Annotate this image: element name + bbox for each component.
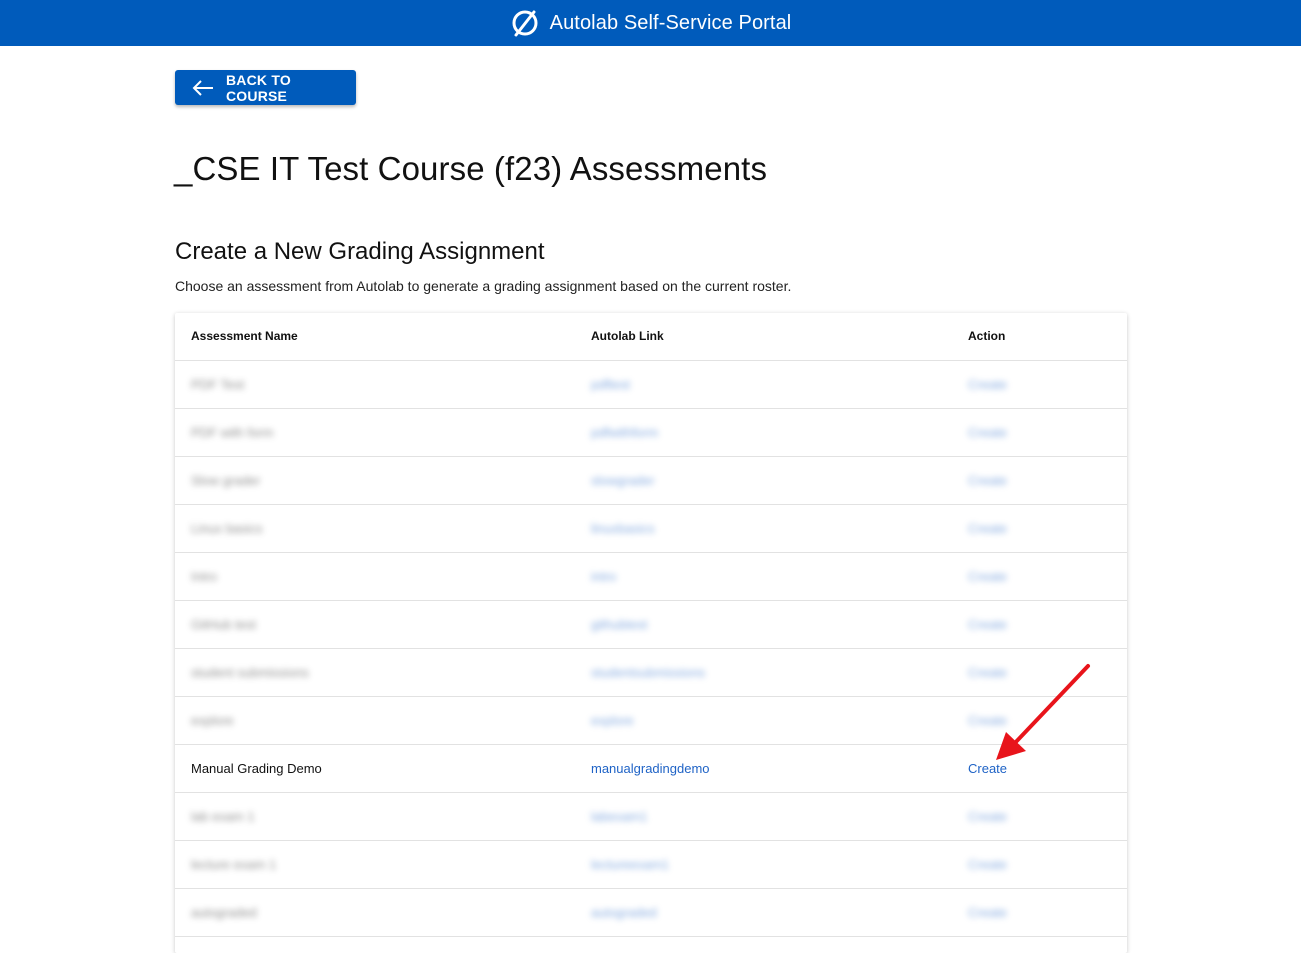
back-to-course-button[interactable]: BACK TO COURSE <box>175 70 356 105</box>
section-title: Create a New Grading Assignment <box>175 238 545 265</box>
table-row: explore explore Create <box>175 697 1127 745</box>
assessment-name: Linux basics <box>191 521 263 536</box>
assessment-name: PDF Test <box>191 377 245 392</box>
assessment-name: lab exam 1 <box>191 809 255 824</box>
assessment-name: GitHub test <box>191 617 257 632</box>
autolab-link[interactable]: pdfwithform <box>591 409 658 456</box>
autolab-link[interactable]: pdftest <box>591 361 630 408</box>
autolab-link[interactable]: autograded <box>591 889 657 936</box>
create-link[interactable]: Create <box>968 409 1007 456</box>
autolab-link[interactable]: studentsubmissions <box>591 649 705 696</box>
autolab-link[interactable]: explore <box>591 697 634 744</box>
create-link[interactable]: Create <box>968 889 1007 936</box>
autolab-link[interactable]: lectureexam1 <box>591 841 669 888</box>
assessment-name: Intro <box>191 569 218 584</box>
table-row: Intro intro Create <box>175 553 1127 601</box>
autolab-link[interactable]: slowgrader <box>591 457 655 504</box>
table-row: PDF with form pdfwithform Create <box>175 409 1127 457</box>
create-link[interactable]: Create <box>968 361 1007 408</box>
brand[interactable]: Autolab Self-Service Portal <box>510 8 792 38</box>
assessment-name: autograded <box>191 905 257 920</box>
create-link[interactable]: Create <box>968 601 1007 648</box>
autolab-link[interactable]: manualgradingdemo <box>591 745 710 792</box>
assessment-name: Manual Grading Demo <box>191 761 322 776</box>
assessment-name: lecture exam 1 <box>191 857 277 872</box>
assessment-name: explore <box>191 713 234 728</box>
column-header-action: Action <box>968 329 1006 343</box>
create-link[interactable]: Create <box>968 841 1007 888</box>
table-row-manual-grading-demo: Manual Grading Demo manualgradingdemo Cr… <box>175 745 1127 793</box>
create-link[interactable]: Create <box>968 697 1007 744</box>
create-link[interactable]: Create <box>968 793 1007 840</box>
table-row: lab exam 1 labexam1 Create <box>175 793 1127 841</box>
table-row: PDF Test pdftest Create <box>175 361 1127 409</box>
autolab-link[interactable]: githubtest <box>591 601 647 648</box>
autolab-link[interactable]: linuxbasics <box>591 505 655 552</box>
create-link[interactable]: Create <box>968 505 1007 552</box>
arrow-left-icon <box>192 79 213 96</box>
page-title: _CSE IT Test Course (f23) Assessments <box>174 150 768 187</box>
create-link[interactable]: Create <box>968 745 1007 792</box>
assessment-name: student submissions <box>191 665 309 680</box>
table-row: autograded autograded Create <box>175 889 1127 937</box>
create-link[interactable]: Create <box>968 649 1007 696</box>
app-title: Autolab Self-Service Portal <box>549 11 792 34</box>
section-description: Choose an assessment from Autolab to gen… <box>175 278 792 294</box>
table-row: Linux basics linuxbasics Create <box>175 505 1127 553</box>
back-to-course-label: BACK TO COURSE <box>225 71 291 104</box>
create-link[interactable]: Create <box>968 457 1007 504</box>
assessment-name: Slow grader <box>191 473 261 488</box>
column-header-assessment-name: Assessment Name <box>191 329 298 343</box>
table-row: GitHub test githubtest Create <box>175 601 1127 649</box>
create-link[interactable]: Create <box>968 553 1007 600</box>
autolab-link[interactable]: intro <box>591 553 616 600</box>
assessments-table: Assessment Name Autolab Link Action PDF … <box>175 313 1127 953</box>
top-app-bar: Autolab Self-Service Portal <box>0 0 1301 46</box>
column-header-autolab-link: Autolab Link <box>591 329 664 343</box>
table-header-row: Assessment Name Autolab Link Action <box>175 313 1127 361</box>
assessment-name: PDF with form <box>191 425 274 440</box>
table-row: student submissions studentsubmissions C… <box>175 649 1127 697</box>
slashed-circle-icon <box>512 10 538 37</box>
table-row: lecture exam 1 lectureexam1 Create <box>175 841 1127 889</box>
table-row: Slow grader slowgrader Create <box>175 457 1127 505</box>
autolab-link[interactable]: labexam1 <box>591 793 647 840</box>
